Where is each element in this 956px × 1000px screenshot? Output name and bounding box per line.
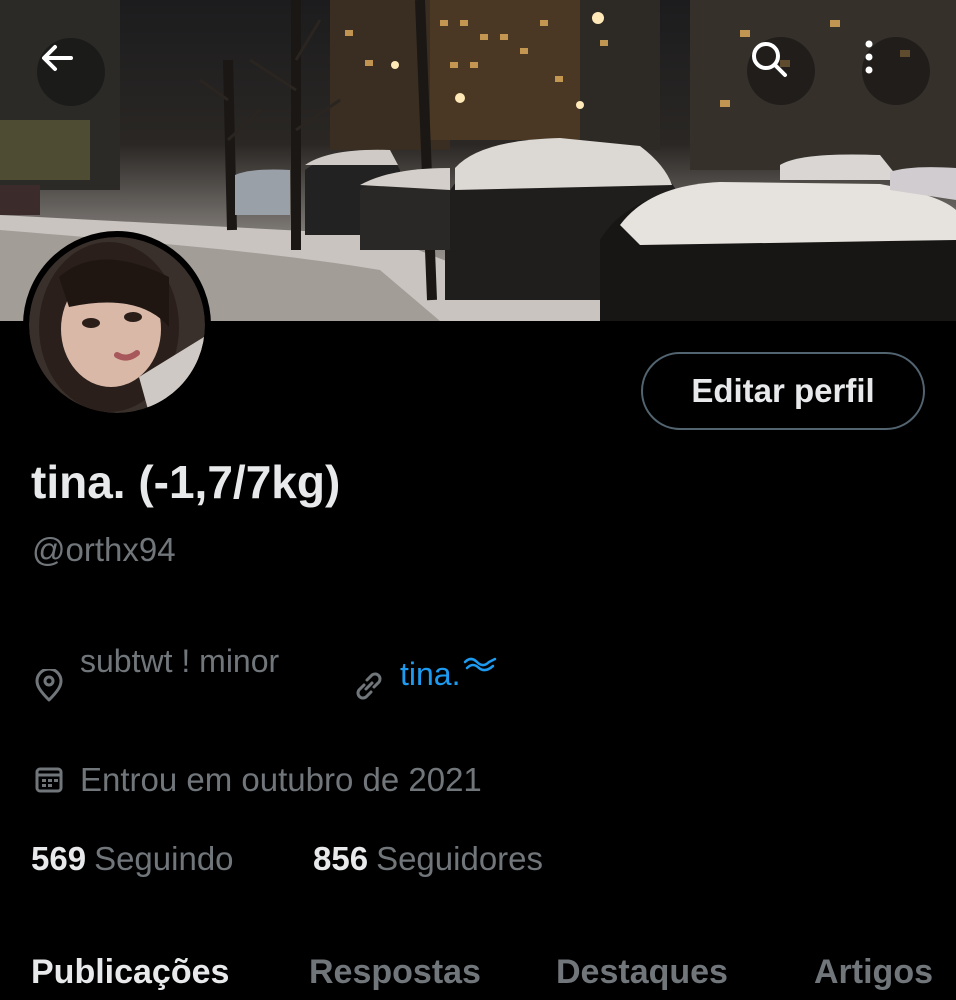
following-label: Seguindo xyxy=(94,840,234,877)
tab-destaques[interactable]: Destaques xyxy=(556,953,728,992)
search-button[interactable] xyxy=(747,37,815,105)
back-button[interactable] xyxy=(37,38,105,106)
followers-count: 856 xyxy=(313,840,369,877)
profile-location: subtwt ! minor xyxy=(80,643,280,679)
more-options-button[interactable] xyxy=(862,37,930,105)
display-name: tina. (-1,7/7kg) xyxy=(31,456,341,508)
edit-profile-button[interactable]: Editar perfil xyxy=(641,352,925,430)
profile-link[interactable]: tina. xyxy=(400,656,498,693)
wave-icon xyxy=(464,657,497,672)
tab-artigos[interactable]: Artigos xyxy=(814,953,933,992)
following-count: 569 xyxy=(31,840,87,877)
calendar-icon xyxy=(35,767,63,793)
more-vertical-icon xyxy=(865,40,873,74)
followers-label: Seguidores xyxy=(376,840,544,877)
location-pin-icon xyxy=(35,669,63,702)
user-handle: @orthx94 xyxy=(32,531,176,568)
following-stat[interactable]: 569 Seguindo xyxy=(31,840,234,878)
avatar-image xyxy=(29,237,205,413)
joined-date: Entrou em outubro de 2021 xyxy=(80,761,482,798)
tab-respostas[interactable]: Respostas xyxy=(309,953,481,992)
avatar[interactable] xyxy=(23,231,211,419)
profile-link-label[interactable]: tina. xyxy=(400,656,460,693)
tab-publicacoes[interactable]: Publicações xyxy=(31,953,229,992)
search-icon xyxy=(752,42,787,77)
arrow-left-icon xyxy=(42,45,73,71)
followers-stat[interactable]: 856 Seguidores xyxy=(313,840,543,878)
link-icon xyxy=(356,672,382,700)
